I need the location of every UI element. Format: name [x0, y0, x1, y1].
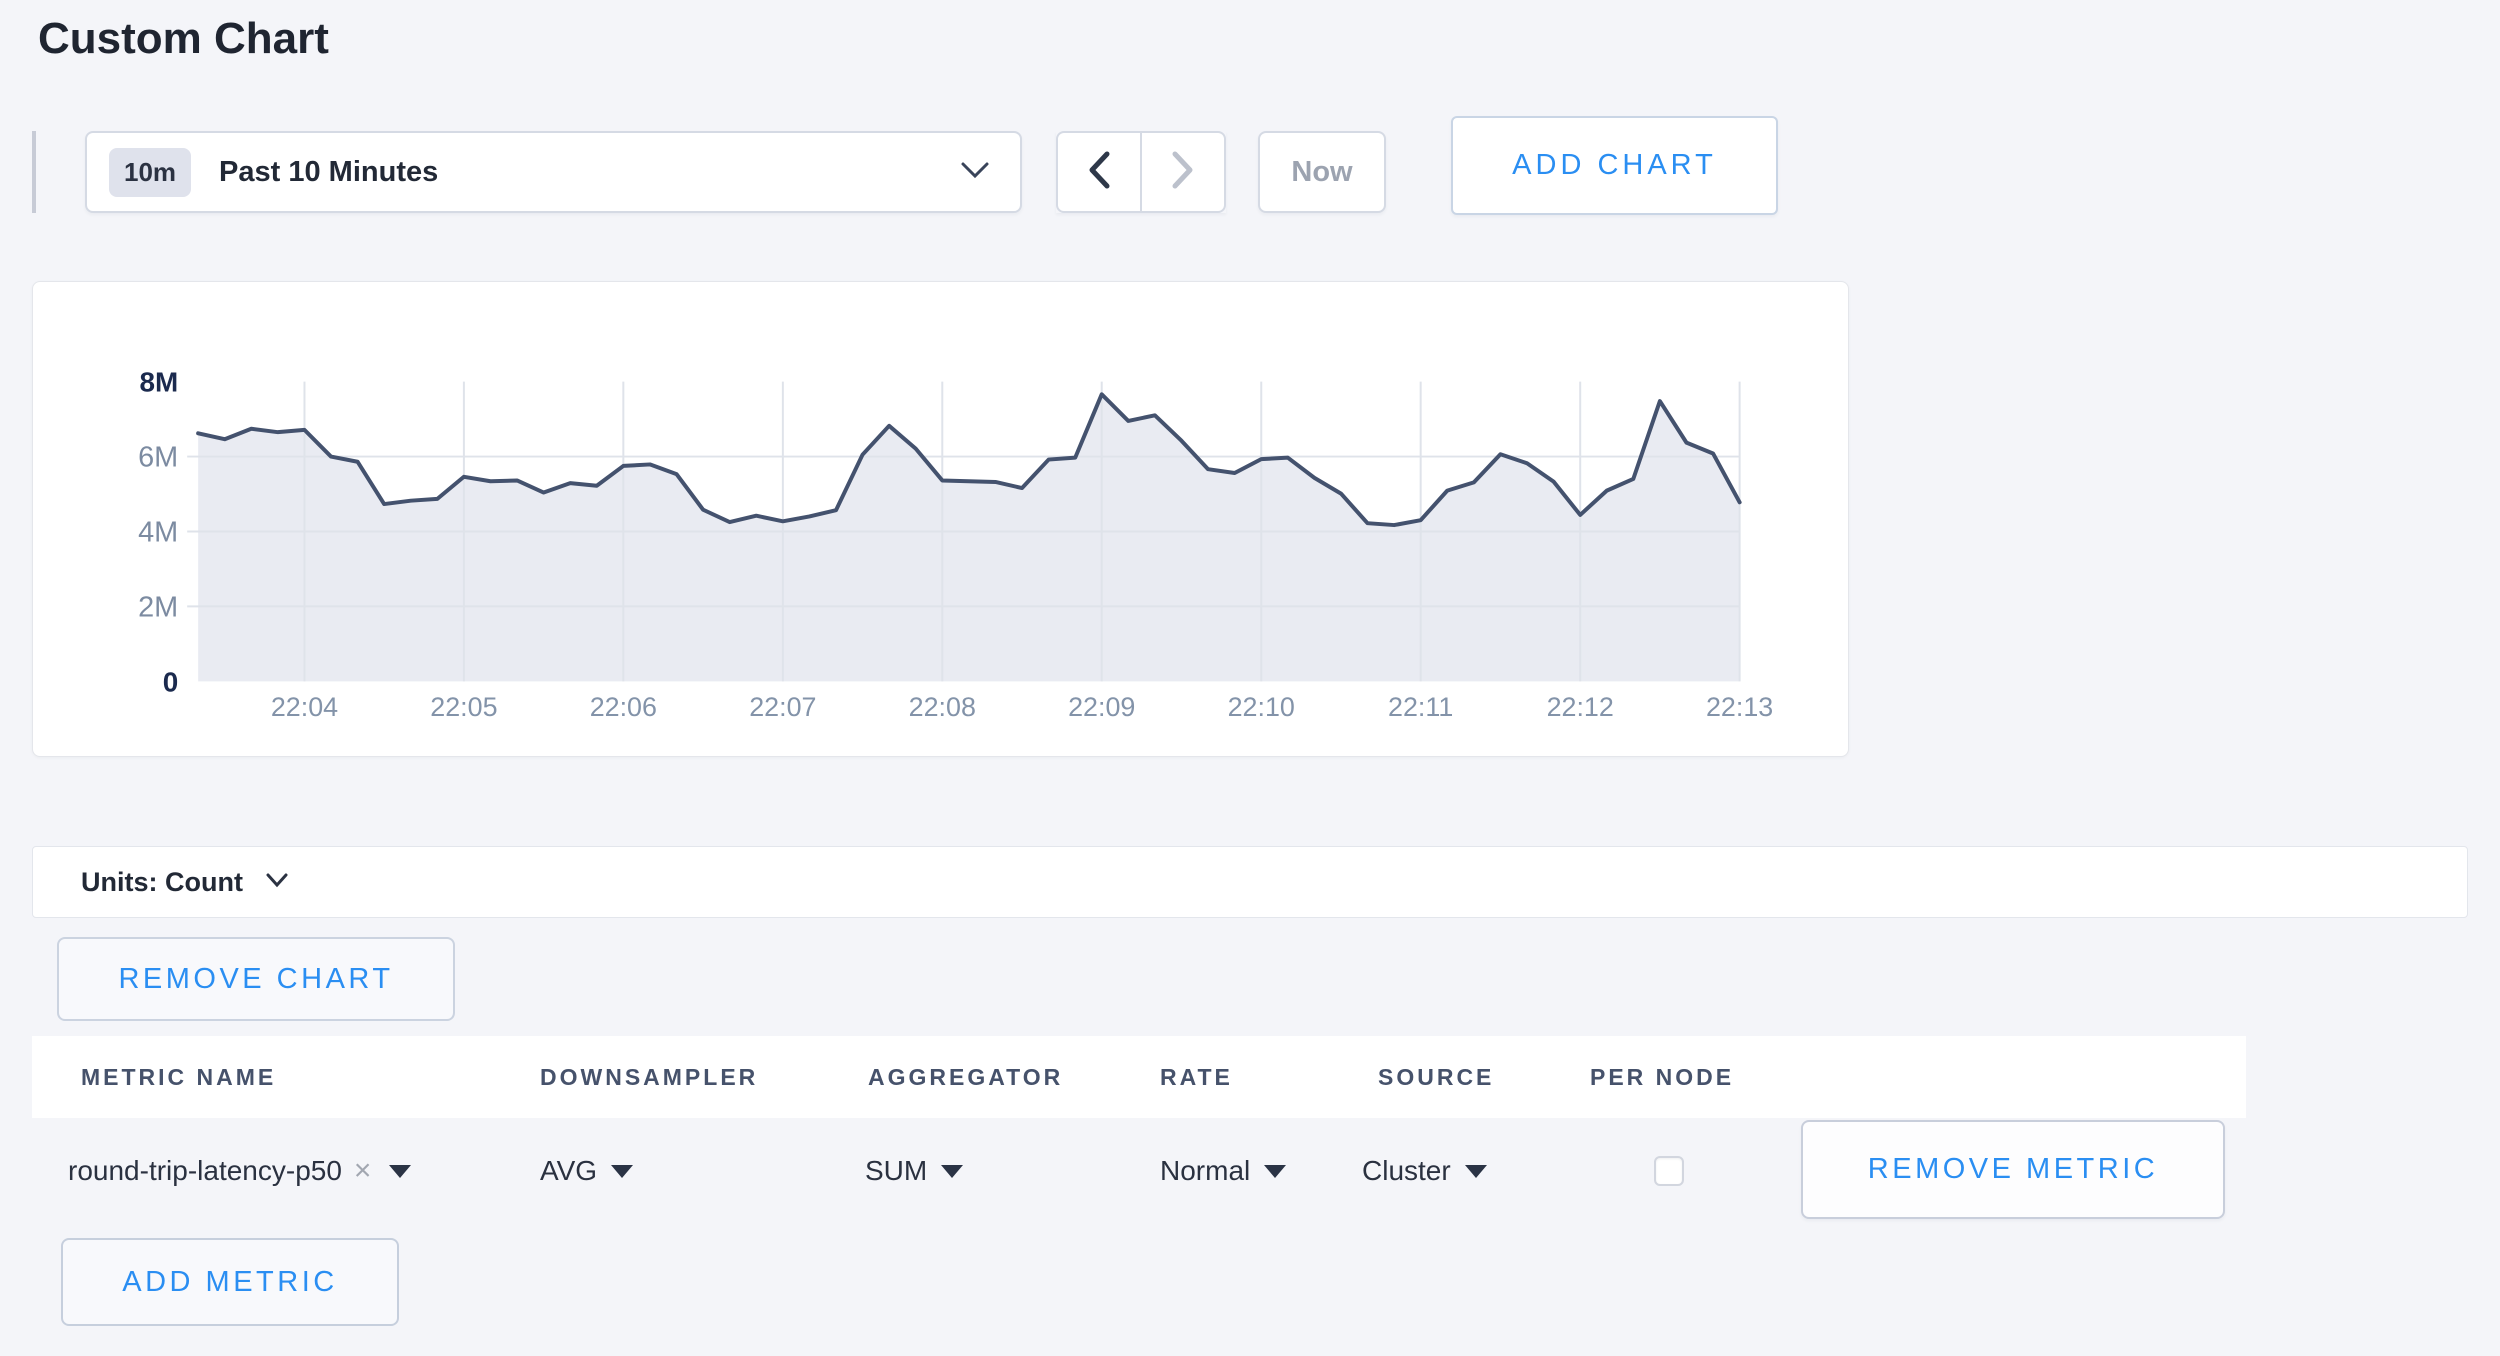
remove-metric-button[interactable]: REMOVE METRIC [1801, 1120, 2225, 1219]
remove-tag-icon[interactable]: × [354, 1154, 372, 1188]
downsampler-value: AVG [540, 1155, 597, 1187]
custom-chart-card: 22:04 22:05 22:06 22:07 22:08 22:09 22:10 22:11… [32, 281, 1849, 757]
svg-text:22:10: 22:10 [1228, 692, 1295, 722]
svg-text:2M: 2M [138, 591, 178, 623]
time-range-badge: 10m [109, 148, 191, 197]
col-header-downsampler: DOWNSAMPLER [540, 1036, 758, 1118]
svg-text:4M: 4M [138, 516, 178, 548]
time-range-label: Past 10 Minutes [219, 156, 438, 189]
svg-text:22:12: 22:12 [1547, 692, 1614, 722]
add-metric-button[interactable]: ADD METRIC [61, 1238, 399, 1326]
time-nav-group [1056, 131, 1226, 213]
page-title: Custom Chart [38, 14, 329, 64]
prev-time-button[interactable] [1056, 131, 1141, 213]
svg-text:6M: 6M [138, 442, 178, 474]
rate-value: Normal [1160, 1155, 1250, 1187]
aggregator-dropdown[interactable]: SUM [865, 1146, 963, 1196]
svg-text:22:05: 22:05 [430, 692, 497, 722]
col-header-source: SOURCE [1378, 1036, 1494, 1118]
svg-text:22:08: 22:08 [909, 692, 976, 722]
rate-dropdown[interactable]: Normal [1160, 1146, 1286, 1196]
chevron-down-icon [960, 160, 990, 185]
col-header-per-node: PER NODE [1590, 1036, 1734, 1118]
chevron-right-icon [1170, 150, 1196, 195]
per-node-checkbox[interactable] [1654, 1156, 1684, 1186]
col-header-rate: RATE [1160, 1036, 1233, 1118]
col-header-aggregator: AGGREGATOR [868, 1036, 1063, 1118]
timeseries-area-chart: 22:04 22:05 22:06 22:07 22:08 22:09 22:10 22:11… [33, 282, 1848, 756]
caret-down-icon [389, 1165, 411, 1178]
metrics-table-header: METRIC NAME DOWNSAMPLER AGGREGATOR RATE … [32, 1036, 2246, 1118]
chevron-down-icon [265, 872, 289, 893]
metric-name-value: round-trip-latency-p50 [68, 1155, 342, 1187]
col-header-metric-name: METRIC NAME [81, 1036, 276, 1118]
caret-down-icon [611, 1165, 633, 1178]
remove-chart-button[interactable]: REMOVE CHART [57, 937, 455, 1021]
chevron-left-icon [1086, 150, 1112, 195]
time-range-dropdown[interactable]: 10m Past 10 Minutes [85, 131, 1022, 213]
svg-text:8M: 8M [139, 367, 178, 398]
svg-text:0: 0 [163, 666, 179, 697]
toolbar-accent-line [32, 131, 36, 213]
downsampler-dropdown[interactable]: AVG [540, 1146, 633, 1196]
now-button[interactable]: Now [1258, 131, 1386, 213]
metric-name-dropdown[interactable]: round-trip-latency-p50 × [68, 1146, 411, 1196]
svg-text:22:06: 22:06 [590, 692, 657, 722]
units-dropdown[interactable]: Units: Count [32, 846, 2468, 918]
caret-down-icon [1264, 1165, 1286, 1178]
aggregator-value: SUM [865, 1155, 927, 1187]
add-chart-button[interactable]: ADD CHART [1451, 116, 1778, 215]
source-dropdown[interactable]: Cluster [1362, 1146, 1487, 1196]
source-value: Cluster [1362, 1155, 1451, 1187]
svg-text:22:04: 22:04 [271, 692, 338, 722]
svg-text:22:07: 22:07 [749, 692, 816, 722]
svg-text:22:11: 22:11 [1388, 692, 1453, 722]
caret-down-icon [1465, 1165, 1487, 1178]
units-label: Units: Count [81, 867, 243, 898]
svg-text:22:09: 22:09 [1068, 692, 1135, 722]
svg-text:22:13: 22:13 [1706, 692, 1773, 722]
next-time-button[interactable] [1141, 131, 1226, 213]
caret-down-icon [941, 1165, 963, 1178]
